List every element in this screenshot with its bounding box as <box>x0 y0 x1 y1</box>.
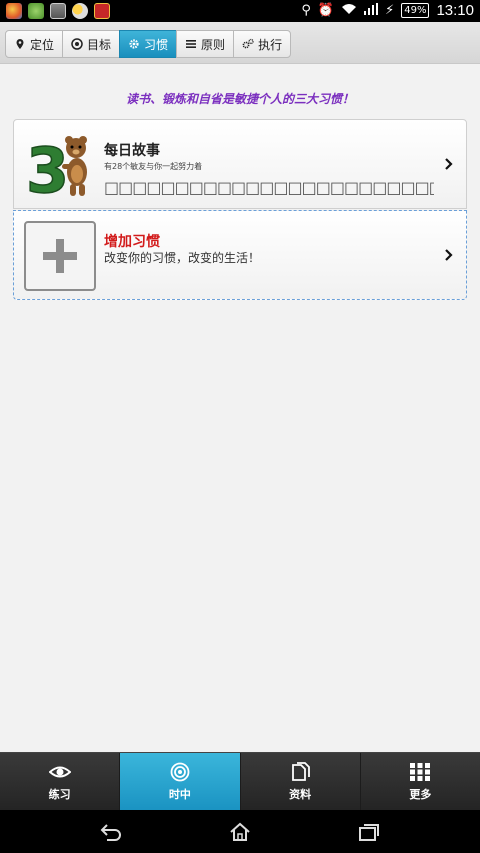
gears-icon <box>242 38 254 49</box>
habit-title: 每日故事 <box>104 143 160 159</box>
habit-description: □□□□□□□□□□□□□□□□□□□□□□□□□□□□□□□□□□□□□□□□… <box>104 178 434 197</box>
target-icon <box>71 38 83 50</box>
habit-item-daily-story[interactable]: 3 每日故事 有28个敏友与你一起努力着 □□□□□□□□□□□□□□□□□□□… <box>13 119 467 209</box>
habit-subtitle: 有28个敏友与你一起努力着 <box>104 162 203 171</box>
weather-icon <box>72 3 88 19</box>
nav-practice[interactable]: 练习 <box>0 753 121 810</box>
gear-icon <box>129 39 139 49</box>
tab-principle[interactable]: 原则 <box>176 30 235 58</box>
plus-icon <box>43 239 77 273</box>
slogan-text: 读书、锻炼和自省是敏捷个人的三大习惯！ <box>125 92 354 106</box>
chevron-right-icon <box>445 158 453 170</box>
eye-icon <box>48 766 71 777</box>
status-bar: ⚲ ⏰ ⚡ 49% 13:10 <box>0 0 480 22</box>
bear-three-icon: 3 <box>26 133 87 200</box>
signal-icon <box>364 2 379 19</box>
home-icon[interactable] <box>228 822 252 842</box>
image-notification-icon <box>50 3 66 19</box>
add-habit-item[interactable]: 增加习惯 改变你的习惯，改变的生活！ <box>13 210 467 300</box>
app-notification-icon <box>6 3 22 19</box>
bottom-nav: 练习 时中 资料 更多 <box>0 752 480 810</box>
nav-more[interactable]: 更多 <box>360 753 480 810</box>
add-habit-description: 改变你的习惯，改变的生活！ <box>104 251 261 265</box>
nav-timing[interactable]: 时中 <box>120 753 241 810</box>
location-icon: ⚲ <box>301 3 311 18</box>
add-habit-title: 增加习惯 <box>104 234 160 250</box>
location-pin-icon <box>16 39 24 49</box>
tab-location[interactable]: 定位 <box>5 30 64 58</box>
add-icon-box <box>24 221 96 291</box>
recent-apps-icon[interactable] <box>357 822 381 842</box>
tab-label: 目标 <box>87 37 112 52</box>
tab-execute[interactable]: 执行 <box>233 30 292 58</box>
grid-icon <box>410 762 431 781</box>
tab-goal[interactable]: 目标 <box>62 30 121 58</box>
back-icon[interactable] <box>99 822 123 842</box>
tab-label: 习惯 <box>144 37 169 52</box>
chat-notification-icon <box>28 3 44 19</box>
tab-label: 定位 <box>30 37 55 52</box>
notification-icons <box>6 3 110 19</box>
calendar-notification-icon <box>94 3 110 19</box>
documents-icon <box>292 761 311 781</box>
tab-habit[interactable]: 习惯 <box>119 30 178 58</box>
segment-tabs: 定位 目标 习惯 原则 执行 <box>5 30 292 58</box>
wifi-icon <box>341 3 357 19</box>
nav-label: 更多 <box>409 787 432 801</box>
system-nav-bar <box>0 810 480 853</box>
nav-label: 练习 <box>48 787 71 801</box>
battery-level: 49% <box>401 3 430 18</box>
clock: 13:10 <box>436 2 474 19</box>
system-status: ⚲ ⏰ ⚡ 49% 13:10 <box>301 2 474 19</box>
tab-label: 原则 <box>201 37 226 52</box>
alarm-icon: ⏰ <box>317 3 335 18</box>
nav-materials[interactable]: 资料 <box>240 753 361 810</box>
list-icon <box>186 40 197 48</box>
nav-label: 资料 <box>289 787 312 801</box>
tab-label: 执行 <box>258 37 283 52</box>
target-rings-icon <box>170 762 190 781</box>
charging-icon: ⚡ <box>385 3 395 18</box>
nav-label: 时中 <box>168 787 191 801</box>
chevron-right-icon <box>445 249 453 261</box>
top-tab-bar: 定位 目标 习惯 原则 执行 <box>0 22 480 64</box>
